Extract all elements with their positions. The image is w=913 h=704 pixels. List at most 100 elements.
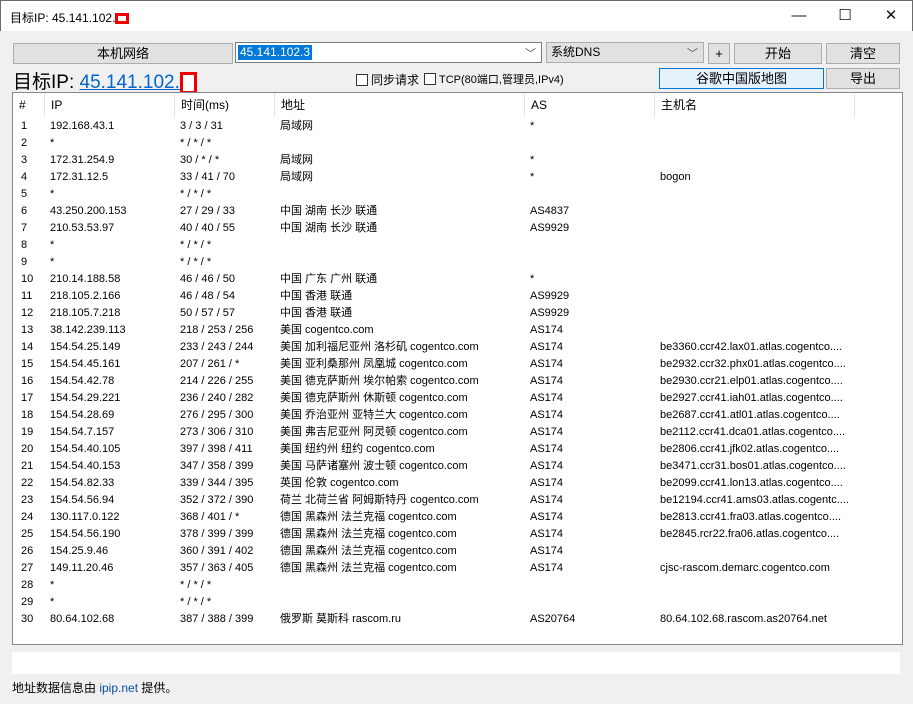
checkbox-box[interactable] [424, 73, 436, 85]
table-row[interactable]: 13 38.142.239.113 218 / 253 / 256 美国 cogent… [13, 322, 902, 339]
start-button[interactable]: 开始 [734, 43, 822, 64]
sync-request-checkbox[interactable]: 同步请求 [356, 71, 419, 88]
add-button[interactable]: + [708, 43, 730, 64]
column-header-ip[interactable]: IP [45, 93, 175, 117]
hop-address: 俄罗斯 莫斯科 rascom.ru [280, 613, 402, 625]
hop-ip: * [50, 188, 55, 200]
hop-ip: 154.54.56.190 [50, 528, 121, 540]
hop-ip: * [50, 256, 55, 268]
export-button[interactable]: 导出 [826, 68, 900, 89]
hop-time: * / * / * [180, 188, 212, 200]
hop-address: 美国 马萨诸塞州 波士顿 cogentco.com [280, 460, 468, 472]
tcp-checkbox[interactable]: TCP(80端口,管理员,IPv4) [424, 71, 564, 87]
hop-time: 360 / 391 / 402 [180, 545, 254, 557]
table-row[interactable]: 5 * * / * / * [13, 186, 902, 203]
table-row[interactable]: 21 154.54.40.153 347 / 358 / 399 美国 马萨诸塞州 波… [13, 458, 902, 475]
hop-time: 27 / 29 / 33 [180, 205, 236, 217]
hop-as: AS174 [530, 460, 564, 472]
table-row[interactable]: 16 154.54.42.78 214 / 226 / 255 美国 德克萨斯州 埃尔… [13, 373, 902, 390]
hop-address: 美国 乔治亚州 亚特兰大 cogentco.com [280, 409, 468, 421]
trace-list[interactable]: # IP 时间(ms) 地址 AS 主机名 1 192.168.43.1 3 / 3… [12, 92, 903, 645]
maximize-button[interactable]: ☐ [822, 1, 868, 32]
hop-as: AS174 [530, 392, 564, 404]
table-row[interactable]: 7 210.53.53.97 40 / 40 / 55 中国 湖南 长沙 联通 AS99… [13, 220, 902, 237]
column-header-as[interactable]: AS [525, 93, 655, 117]
dns-select[interactable]: 系统DNS ﹀ [546, 42, 704, 63]
checkbox-box[interactable] [356, 73, 368, 86]
table-row[interactable]: 2 * * / * / * [13, 135, 902, 152]
hop-ip: 149.11.20.46 [50, 562, 114, 574]
redaction-mark [179, 71, 197, 94]
hop-ip: 154.54.56.94 [50, 494, 115, 506]
hop-as: AS174 [530, 528, 564, 540]
hop-address: 美国 亚利桑那州 凤凰城 cogentco.com [280, 358, 468, 370]
hop-time: * / * / * [180, 239, 212, 251]
local-network-button[interactable]: 本机网络 [13, 43, 233, 64]
table-row[interactable]: 11 218.105.2.166 46 / 48 / 54 中国 香港 联通 AS992… [13, 288, 902, 305]
hop-as: * [530, 154, 535, 166]
table-row[interactable]: 14 154.54.25.149 233 / 243 / 244 美国 加利福尼亚州 … [13, 339, 902, 356]
minimize-button[interactable]: — [776, 1, 822, 32]
hop-as: AS174 [530, 426, 564, 438]
table-row[interactable]: 29 * * / * / * [13, 594, 902, 611]
hop-ip: 154.54.29.221 [50, 392, 121, 404]
hop-address: 局域网 [280, 154, 313, 166]
hop-ip: * [50, 579, 55, 591]
hop-as: AS174 [530, 494, 564, 506]
hop-index: 19 [21, 426, 34, 438]
hop-address: 美国 加利福尼亚州 洛杉矶 cogentco.com [280, 341, 479, 353]
hop-index: 18 [21, 409, 34, 421]
hop-index: 6 [21, 205, 28, 217]
table-row[interactable]: 18 154.54.28.69 276 / 295 / 300 美国 乔治亚州 亚特兰… [13, 407, 902, 424]
hop-as: AS174 [530, 409, 564, 421]
table-row[interactable]: 6 43.250.200.153 27 / 29 / 33 中国 湖南 长沙 联通 AS… [13, 203, 902, 220]
chevron-down-icon: ﹀ [525, 48, 536, 60]
google-map-button[interactable]: 谷歌中国版地图 [659, 68, 824, 89]
table-row[interactable]: 19 154.54.7.157 273 / 306 / 310 美国 弗吉尼亚州 阿灵… [13, 424, 902, 441]
hop-time: 33 / 41 / 70 [180, 171, 236, 183]
clear-button[interactable]: 清空 [826, 43, 900, 64]
table-row[interactable]: 23 154.54.56.94 352 / 372 / 390 荷兰 北荷兰省 阿姆斯… [13, 492, 902, 509]
hop-index: 20 [21, 443, 34, 455]
table-row[interactable]: 27 149.11.20.46 357 / 363 / 405 德国 黑森州 法兰克福… [13, 560, 902, 577]
hop-as: AS9929 [530, 307, 570, 319]
table-row[interactable]: 1 192.168.43.1 3 / 3 / 31 局域网 * [13, 118, 902, 135]
hop-time: * / * / * [180, 579, 212, 591]
table-row[interactable]: 28 * * / * / * [13, 577, 902, 594]
target-input[interactable]: 45.141.102.3 ﹀ [235, 42, 542, 63]
table-row[interactable]: 17 154.54.29.221 236 / 240 / 282 美国 德克萨斯州 休… [13, 390, 902, 407]
table-row[interactable]: 15 154.54.45.161 207 / 261 / * 美国 亚利桑那州 凤凰城… [13, 356, 902, 373]
hop-hostname: be2927.ccr41.iah01.atlas.cogentco.... [660, 392, 843, 404]
table-row[interactable]: 22 154.54.82.33 339 / 344 / 395 英国 伦敦 cogen… [13, 475, 902, 492]
hop-ip: 172.31.12.5 [50, 171, 109, 183]
hop-address: 德国 黑森州 法兰克福 cogentco.com [280, 562, 457, 574]
hop-index: 12 [21, 307, 34, 319]
table-row[interactable]: 12 218.105.7.218 50 / 57 / 57 中国 香港 联通 AS992… [13, 305, 902, 322]
column-header-time[interactable]: 时间(ms) [175, 93, 275, 117]
table-row[interactable]: 26 154.25.9.46 360 / 391 / 402 德国 黑森州 法兰克福 … [13, 543, 902, 560]
column-header-address[interactable]: 地址 [275, 93, 525, 117]
hop-time: 50 / 57 / 57 [180, 307, 236, 319]
table-row[interactable]: 20 154.54.40.105 397 / 398 / 411 美国 纽约州 纽约 … [13, 441, 902, 458]
table-row[interactable]: 10 210.14.188.58 46 / 46 / 50 中国 广东 广州 联通 * [13, 271, 902, 288]
hop-as: AS4837 [530, 205, 570, 217]
ipip-link[interactable]: ipip.net [99, 681, 138, 695]
table-row[interactable]: 30 80.64.102.68 387 / 388 / 399 俄罗斯 莫斯科 ras… [13, 611, 902, 628]
table-row[interactable]: 24 130.117.0.122 368 / 401 / * 德国 黑森州 法兰克福 … [13, 509, 902, 526]
hop-ip: 210.53.53.97 [50, 222, 115, 234]
hop-index: 14 [21, 341, 34, 353]
target-ip-link[interactable]: 45.141.102. [80, 72, 180, 93]
table-row[interactable]: 25 154.54.56.190 378 / 399 / 399 德国 黑森州 法兰克… [13, 526, 902, 543]
hop-index: 8 [21, 239, 28, 251]
column-header-index[interactable]: # [13, 93, 45, 117]
table-row[interactable]: 8 * * / * / * [13, 237, 902, 254]
hop-hostname: cjsc-rascom.demarc.cogentco.com [660, 562, 830, 574]
close-button[interactable]: ✕ [868, 1, 913, 32]
table-row[interactable]: 3 172.31.254.9 30 / * / * 局域网 * [13, 152, 902, 169]
table-row[interactable]: 9 * * / * / * [13, 254, 902, 271]
hop-ip: * [50, 239, 55, 251]
hop-ip: 154.54.40.153 [50, 460, 121, 472]
hop-time: * / * / * [180, 596, 212, 608]
column-header-hostname[interactable]: 主机名 [655, 93, 855, 117]
table-row[interactable]: 4 172.31.12.5 33 / 41 / 70 局域网 * bogon [13, 169, 902, 186]
